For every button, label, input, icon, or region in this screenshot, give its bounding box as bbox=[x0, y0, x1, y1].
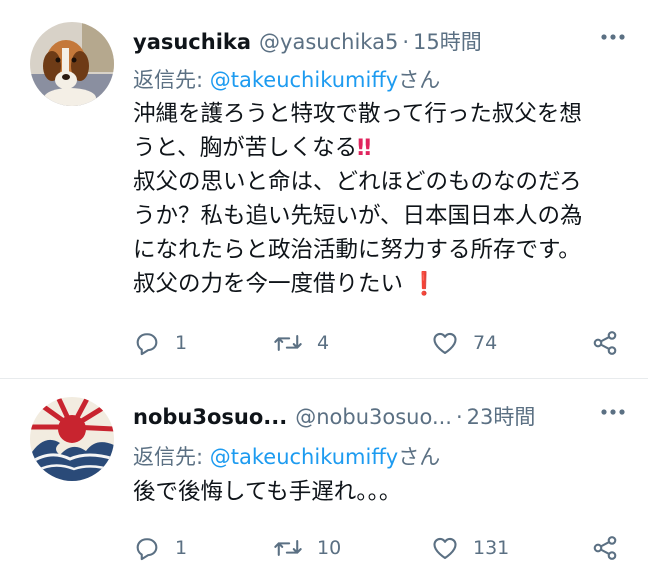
reply-count: 1 bbox=[175, 332, 188, 354]
display-name[interactable]: yasuchika bbox=[133, 30, 251, 54]
user-handle[interactable]: @nobu3osuo... bbox=[295, 405, 452, 429]
tweet[interactable]: nobu3osuo... @nobu3osuo... · 23時間 返信先: @tak… bbox=[0, 379, 648, 576]
replying-to: 返信先: @takeuchikumiffyさん bbox=[133, 441, 440, 471]
separator: · bbox=[402, 30, 409, 54]
like-button[interactable]: 131 bbox=[431, 531, 509, 565]
timestamp[interactable]: 23時間 bbox=[467, 405, 536, 429]
retweet-arrows-icon bbox=[274, 540, 302, 556]
tweet[interactable]: yasuchika @yasuchika5 · 15時間 返信先: @takeuchi… bbox=[0, 0, 648, 379]
user-handle[interactable]: @yasuchika5 bbox=[259, 30, 398, 54]
reply-suffix: さん bbox=[398, 68, 441, 92]
timestamp[interactable]: 15時間 bbox=[413, 30, 482, 54]
action-bar: 1 4 74 bbox=[133, 326, 628, 360]
text-line: うか？私も追い先短いが、日本国日本人の為 bbox=[133, 203, 583, 229]
text-line: うと、胸が苦しくなる‼ bbox=[133, 131, 623, 165]
reply-prefix: 返信先: bbox=[133, 445, 210, 469]
like-count: 131 bbox=[473, 537, 510, 559]
action-bar: 1 10 131 bbox=[133, 531, 628, 565]
replying-to: 返信先: @takeuchikumiffyさん bbox=[133, 64, 440, 94]
mention-link[interactable]: @takeuchikumiffy bbox=[210, 445, 398, 469]
avatar[interactable] bbox=[30, 397, 114, 481]
reply-button[interactable]: 1 bbox=[133, 531, 187, 565]
tweet-text: 沖縄を護ろうと特攻で散って行った叔父を想 うと、胸が苦しくなる‼ 叔父の思いと命… bbox=[133, 97, 623, 301]
tweet-text: 後で後悔しても手遅れ。。。 bbox=[133, 475, 623, 509]
mention-link[interactable]: @takeuchikumiffy bbox=[210, 68, 398, 92]
text-segment: 叔父の力を今一度借りたい bbox=[133, 271, 411, 297]
retweet-button[interactable]: 4 bbox=[273, 326, 329, 360]
reply-suffix: さん bbox=[398, 445, 441, 469]
exclamation-icon: ❗ bbox=[410, 271, 439, 297]
retweet-count: 10 bbox=[317, 537, 342, 559]
text-line: になれたらと政治活動に努力する所存です。 bbox=[133, 237, 581, 263]
more-dots-icon[interactable] bbox=[600, 399, 626, 431]
share-icon bbox=[593, 536, 617, 560]
heart-icon bbox=[433, 537, 457, 559]
text-line: 叔父の力を今一度借りたい ❗ bbox=[133, 267, 623, 301]
avatar[interactable] bbox=[30, 22, 114, 106]
rising-sun-wave-avatar-icon bbox=[30, 397, 114, 481]
tweet-header: nobu3osuo... @nobu3osuo... · 23時間 bbox=[133, 401, 626, 431]
retweet-count: 4 bbox=[317, 332, 330, 354]
retweet-arrows-icon bbox=[274, 335, 302, 351]
text-line: 沖縄を護ろうと特攻で散って行った叔父を想 bbox=[133, 101, 582, 127]
reply-button[interactable]: 1 bbox=[133, 326, 187, 360]
dog-photo-avatar-icon bbox=[30, 22, 114, 106]
like-button[interactable]: 74 bbox=[431, 326, 497, 360]
share-button[interactable] bbox=[591, 326, 619, 360]
retweet-button[interactable]: 10 bbox=[273, 531, 341, 565]
double-exclamation-icon: ‼ bbox=[357, 135, 372, 161]
reply-count: 1 bbox=[175, 537, 188, 559]
like-count: 74 bbox=[473, 332, 498, 354]
tweet-header: yasuchika @yasuchika5 · 15時間 bbox=[133, 26, 626, 56]
text-line: 叔父の思いと命は、どれほどのものなのだろ bbox=[133, 169, 582, 195]
text-segment: うと、胸が苦しくなる bbox=[133, 135, 358, 161]
display-name[interactable]: nobu3osuo... bbox=[133, 405, 287, 429]
reply-prefix: 返信先: bbox=[133, 68, 210, 92]
more-dots-icon[interactable] bbox=[600, 24, 626, 56]
heart-icon bbox=[433, 332, 457, 354]
separator: · bbox=[455, 405, 463, 429]
share-button[interactable] bbox=[591, 531, 619, 565]
share-icon bbox=[593, 331, 617, 355]
reply-bubble-icon bbox=[136, 333, 158, 356]
text-line: 後で後悔しても手遅れ。。。 bbox=[133, 479, 402, 505]
reply-bubble-icon bbox=[136, 538, 158, 561]
